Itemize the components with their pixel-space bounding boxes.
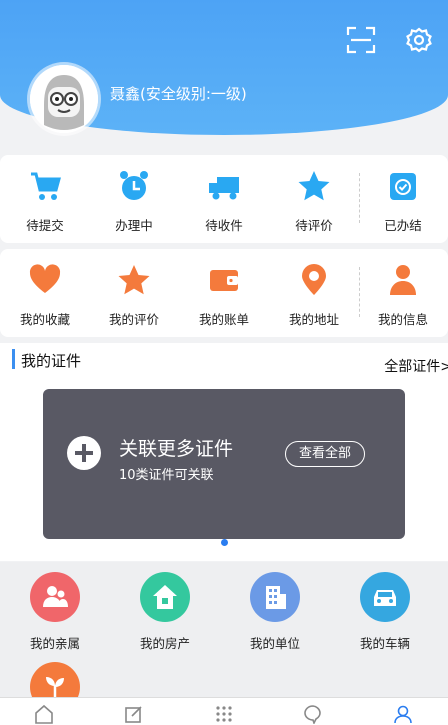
view-all-button[interactable]: 查看全部	[285, 441, 365, 467]
item-label: 我的收藏	[19, 312, 70, 327]
page: 聂鑫(安全级别:一级) 待提交 办理中 待收件 待评价 已办结 我的收藏 我的评…	[0, 0, 448, 725]
edit-icon[interactable]	[124, 704, 144, 724]
carousel-indicator[interactable]	[221, 539, 228, 546]
apps-icon[interactable]	[214, 704, 234, 724]
personal-card: 我的收藏 我的评价 我的账单 我的地址 我的信息	[0, 249, 448, 337]
services-grid: 我的亲属 我的房产 我的单位 我的车辆	[0, 562, 448, 712]
item-label: 我的评价	[108, 312, 159, 327]
certificates-section: 我的证件 全部证件> 关联更多证件 10类证件可关联 查看全部	[0, 343, 448, 561]
item-label: 我的地址	[288, 312, 339, 327]
section-title: 我的证件	[21, 352, 82, 370]
link-certificates-card[interactable]: 关联更多证件 10类证件可关联 查看全部	[43, 389, 405, 539]
truck-icon	[209, 177, 239, 200]
status-label: 待收件	[205, 218, 243, 233]
heart-icon	[29, 264, 61, 293]
gear-icon[interactable]	[405, 26, 433, 54]
my-reviews[interactable]: 我的评价	[89, 249, 179, 337]
username: 聂鑫(安全级别:一级)	[110, 85, 247, 103]
status-in-progress[interactable]: 办理中	[89, 155, 179, 243]
status-completed[interactable]: 已办结	[358, 155, 448, 243]
service-label: 我的车辆	[359, 636, 410, 651]
item-label: 我的账单	[198, 312, 249, 327]
car-icon	[360, 572, 410, 622]
status-pending-receive[interactable]: 待收件	[179, 155, 269, 243]
status-label: 办理中	[115, 218, 153, 233]
my-addresses[interactable]: 我的地址	[269, 249, 359, 337]
plus-icon[interactable]	[67, 436, 101, 470]
my-bills[interactable]: 我的账单	[179, 249, 269, 337]
house-icon	[140, 572, 190, 622]
my-property[interactable]: 我的房产	[110, 562, 220, 652]
status-pending-review[interactable]: 待评价	[269, 155, 359, 243]
my-info[interactable]: 我的信息	[358, 249, 448, 337]
chat-icon[interactable]	[303, 704, 323, 724]
person-icon	[390, 265, 416, 295]
my-employer[interactable]: 我的单位	[220, 562, 330, 652]
section-accent-bar	[12, 349, 15, 369]
card-title: 关联更多证件	[119, 438, 234, 460]
bottom-tab-bar	[0, 697, 448, 725]
status-pending-submit[interactable]: 待提交	[0, 155, 90, 243]
star-icon	[118, 265, 150, 295]
cart-icon	[31, 172, 61, 200]
scan-icon[interactable]	[346, 26, 376, 54]
all-certificates-link[interactable]: 全部证件>	[384, 356, 448, 376]
my-relatives[interactable]: 我的亲属	[0, 562, 110, 652]
service-label: 我的单位	[249, 636, 300, 651]
order-status-card: 待提交 办理中 待收件 待评价 已办结	[0, 155, 448, 243]
profile-header: 聂鑫(安全级别:一级)	[0, 0, 448, 135]
avatar[interactable]	[30, 65, 98, 133]
profile-icon[interactable]	[393, 704, 413, 724]
wallet-icon	[210, 270, 238, 291]
avatar-cartoon	[30, 65, 98, 133]
service-label: 我的房产	[139, 636, 190, 651]
calendar-check-icon	[390, 173, 416, 200]
location-pin-icon	[302, 264, 326, 295]
family-icon	[30, 572, 80, 622]
my-favorites[interactable]: 我的收藏	[0, 249, 90, 337]
star-icon	[298, 171, 330, 201]
service-label: 我的亲属	[29, 636, 80, 651]
item-label: 我的信息	[377, 312, 428, 327]
card-subtitle: 10类证件可关联	[119, 468, 214, 483]
building-icon	[250, 572, 300, 622]
home-icon[interactable]	[34, 704, 54, 724]
my-vehicles[interactable]: 我的车辆	[330, 562, 440, 652]
status-label: 待提交	[26, 218, 64, 233]
status-label: 待评价	[295, 218, 333, 233]
status-label: 已办结	[384, 218, 422, 233]
alarm-clock-icon	[120, 171, 148, 200]
